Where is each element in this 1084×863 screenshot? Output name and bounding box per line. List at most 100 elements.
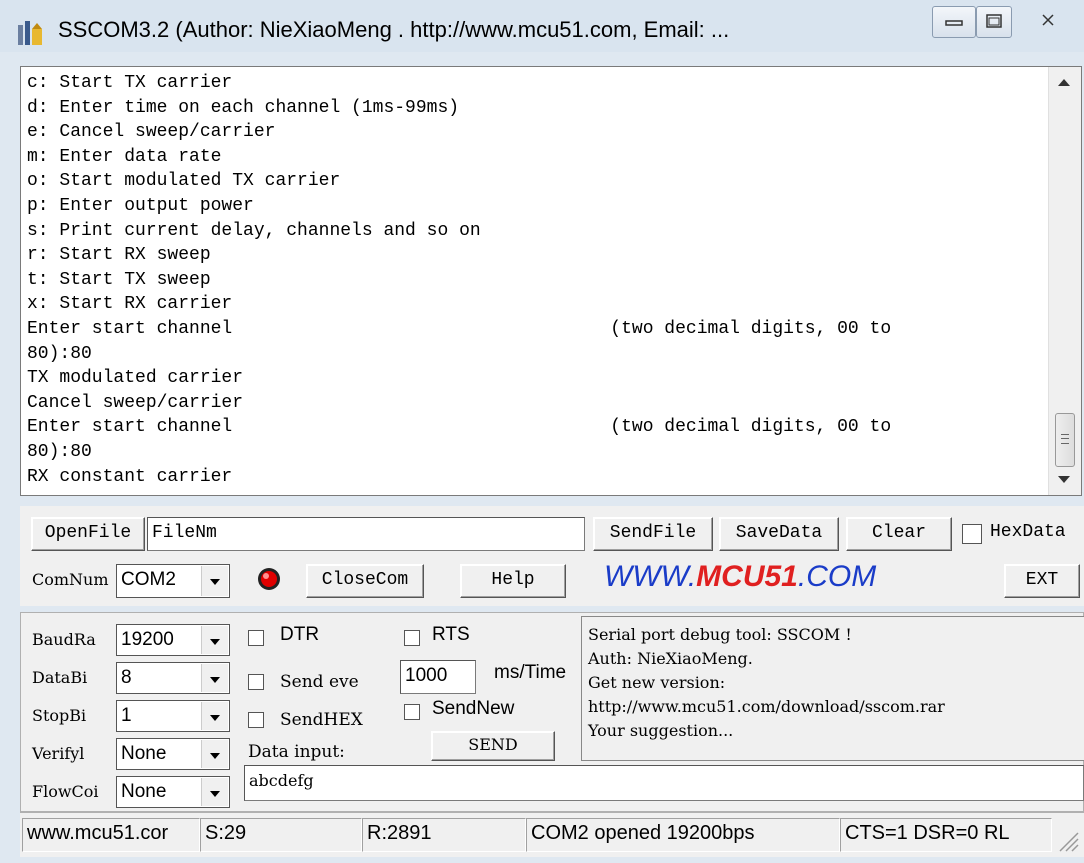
rts-checkbox[interactable] <box>404 630 420 646</box>
output-line: c: Start TX carrier <box>27 73 233 93</box>
dtr-checkbox[interactable] <box>248 630 264 646</box>
chevron-down-icon[interactable] <box>201 778 228 806</box>
data-input-label: Data input: <box>248 742 345 762</box>
verify-label: Verifyl <box>32 744 85 763</box>
output-line: Enter start channel (two decimal digits,… <box>27 318 892 339</box>
output-line: Cancel sweep/carrier <box>27 392 244 413</box>
output-line: x: Start RX carrier <box>27 294 233 315</box>
output-text: c: Start TX carrier d: Enter time on each… <box>27 71 891 489</box>
brand-link[interactable]: WWW.MCU51.COM <box>604 560 876 594</box>
baud-rate-label: BaudRa <box>32 630 96 649</box>
output-line: TX modulated carrier <box>27 368 244 389</box>
save-data-button[interactable]: SaveData <box>719 517 839 551</box>
open-file-button[interactable]: OpenFile <box>31 517 145 551</box>
interval-input[interactable]: 1000 <box>400 660 476 694</box>
window-title: SSCOM3.2 (Author: NieXiaoMeng . http://w… <box>58 17 730 42</box>
data-input-field[interactable]: abcdefg <box>244 765 1084 801</box>
clear-button[interactable]: Clear <box>846 517 952 551</box>
hex-data-label: HexData <box>990 522 1066 542</box>
dtr-label: DTR <box>280 624 320 645</box>
info-line: Serial port debug tool: SSCOM ! <box>588 625 852 644</box>
status-port: COM2 opened 19200bps <box>526 818 840 852</box>
send-every-label: Send eve <box>280 672 359 692</box>
stop-bits-value: 1 <box>121 705 132 726</box>
flow-control-value: None <box>121 781 167 802</box>
data-bits-value: 8 <box>121 667 132 688</box>
brand-suffix: .COM <box>797 560 877 593</box>
status-line: CTS=1 DSR=0 RL <box>840 818 1052 852</box>
chevron-down-icon[interactable] <box>201 740 228 768</box>
verify-value: None <box>121 743 167 764</box>
port-status-light-icon <box>258 568 280 590</box>
output-line: RX constant carrier <box>27 466 233 487</box>
maximize-button[interactable] <box>976 6 1012 38</box>
send-hex-label: SendHEX <box>280 710 363 730</box>
scroll-up-icon[interactable] <box>1058 79 1070 86</box>
maximize-icon <box>986 14 1002 28</box>
output-line: d: Enter time on each channel (1ms-99ms) <box>27 97 460 118</box>
com-port-value: COM2 <box>121 569 176 590</box>
vertical-scrollbar[interactable] <box>1048 67 1081 495</box>
com-port-select[interactable]: COM2 <box>116 564 230 598</box>
stop-bits-select[interactable]: 1 <box>116 700 230 732</box>
scroll-thumb[interactable] <box>1055 413 1075 467</box>
file-name-field[interactable]: FileNm <box>147 517 585 551</box>
close-icon <box>1042 14 1054 26</box>
brand-prefix: WWW. <box>604 560 697 593</box>
rts-label: RTS <box>432 624 470 645</box>
output-line: p: Enter output power <box>27 195 254 216</box>
output-line: s: Print current delay, channels and so … <box>27 220 481 241</box>
status-received-count: R:2891 <box>362 818 526 852</box>
close-com-button[interactable]: CloseCom <box>306 564 424 598</box>
info-text: Serial port debug tool: SSCOM ! Auth: Nie… <box>588 623 945 743</box>
status-sent-count: S:29 <box>200 818 362 852</box>
send-file-button[interactable]: SendFile <box>593 517 713 551</box>
output-line: t: Start TX sweep <box>27 269 211 290</box>
chevron-down-icon[interactable] <box>201 702 228 730</box>
ext-button[interactable]: EXT <box>1004 564 1080 598</box>
send-new-checkbox[interactable] <box>404 704 420 720</box>
flow-control-label: FlowCoi <box>32 782 99 801</box>
flow-control-select[interactable]: None <box>116 776 230 808</box>
scroll-down-icon[interactable] <box>1058 476 1070 483</box>
hex-data-checkbox[interactable] <box>962 524 982 544</box>
stop-bits-label: StopBi <box>32 706 87 725</box>
send-new-label: SendNew <box>432 698 515 719</box>
grip-icon <box>1061 434 1069 444</box>
resize-grip-icon[interactable] <box>1056 829 1080 853</box>
info-box: Serial port debug tool: SSCOM ! Auth: Nie… <box>581 616 1084 761</box>
output-line: Enter start channel (two decimal digits,… <box>27 417 892 438</box>
output-line: r: Start RX sweep <box>27 245 211 266</box>
brand-name: MCU51 <box>696 560 798 593</box>
chevron-down-icon[interactable] <box>201 664 228 692</box>
info-line: Get new version: <box>588 673 726 692</box>
status-bar: www.mcu51.cor S:29 R:2891 COM2 opened 19… <box>20 812 1084 857</box>
com-num-label: ComNum <box>32 570 109 589</box>
output-line: 80):80 <box>27 441 92 462</box>
app-icon <box>18 21 42 45</box>
output-line: m: Enter data rate <box>27 146 222 167</box>
info-line: Your suggestion... <box>588 721 734 740</box>
verify-select[interactable]: None <box>116 738 230 770</box>
send-button[interactable]: SEND <box>431 731 555 761</box>
receive-output-area[interactable]: c: Start TX carrier d: Enter time on each… <box>20 66 1082 496</box>
info-line: Auth: NieXiaoMeng. <box>588 649 753 668</box>
output-line: 80):80 <box>27 343 92 364</box>
chevron-down-icon[interactable] <box>201 626 228 654</box>
close-button[interactable] <box>1012 6 1084 38</box>
minimize-button[interactable] <box>932 6 976 38</box>
help-button[interactable]: Help <box>460 564 566 598</box>
send-hex-checkbox[interactable] <box>248 712 264 728</box>
info-line: http://www.mcu51.com/download/sscom.rar <box>588 697 945 716</box>
output-line: e: Cancel sweep/carrier <box>27 122 276 143</box>
minimize-icon <box>945 20 963 26</box>
data-bits-label: DataBi <box>32 668 88 687</box>
data-bits-select[interactable]: 8 <box>116 662 230 694</box>
interval-unit-label: ms/Time <box>494 662 567 683</box>
status-site: www.mcu51.cor <box>22 818 200 852</box>
chevron-down-icon[interactable] <box>201 566 228 596</box>
output-line: o: Start modulated TX carrier <box>27 171 341 192</box>
baud-rate-value: 19200 <box>121 629 174 650</box>
baud-rate-select[interactable]: 19200 <box>116 624 230 656</box>
send-every-checkbox[interactable] <box>248 674 264 690</box>
